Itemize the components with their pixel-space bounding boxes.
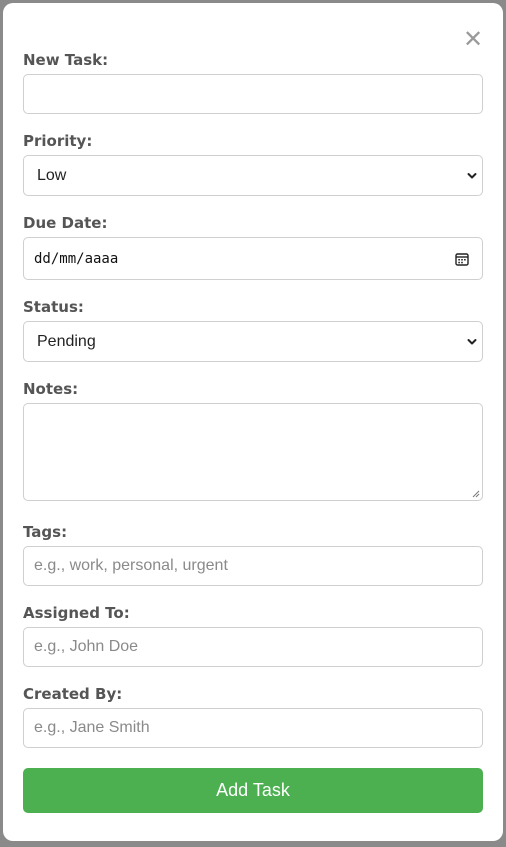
status-selected-value: Pending xyxy=(37,333,96,350)
due-date-label: Due Date: xyxy=(23,214,108,232)
tags-input[interactable]: e.g., work, personal, urgent xyxy=(23,546,483,586)
calendar-icon[interactable] xyxy=(455,252,469,266)
priority-select[interactable]: Low xyxy=(23,155,483,196)
assigned-to-placeholder: e.g., John Doe xyxy=(34,638,139,655)
priority-selected-value: Low xyxy=(37,167,67,184)
notes-label: Notes: xyxy=(23,380,79,398)
add-task-button[interactable]: Add Task xyxy=(23,768,483,813)
task-label: New Task: xyxy=(23,51,109,69)
created-by-label: Created By: xyxy=(23,685,123,703)
chevron-down-icon xyxy=(467,338,477,344)
created-by-placeholder: e.g., Jane Smith xyxy=(34,719,150,736)
created-by-input[interactable]: e.g., Jane Smith xyxy=(23,708,483,748)
chevron-down-icon xyxy=(467,172,477,178)
notes-textarea[interactable] xyxy=(23,403,483,501)
assigned-to-label: Assigned To: xyxy=(23,604,130,622)
due-date-input[interactable]: dd/mm/aaaa xyxy=(23,237,483,280)
add-task-modal: ✕ New Task: Priority: Low Due Date: dd/m… xyxy=(3,3,503,841)
tags-placeholder: e.g., work, personal, urgent xyxy=(34,557,228,574)
close-button[interactable]: ✕ xyxy=(462,25,484,53)
close-icon[interactable]: ✕ xyxy=(463,25,483,53)
due-date-placeholder: dd/mm/aaaa xyxy=(34,251,119,267)
status-label: Status: xyxy=(23,298,84,316)
task-input[interactable] xyxy=(23,74,483,114)
assigned-to-input[interactable]: e.g., John Doe xyxy=(23,627,483,667)
tags-label: Tags: xyxy=(23,523,68,541)
status-select[interactable]: Pending xyxy=(23,321,483,362)
priority-label: Priority: xyxy=(23,132,93,150)
resize-handle-icon[interactable] xyxy=(472,490,480,498)
